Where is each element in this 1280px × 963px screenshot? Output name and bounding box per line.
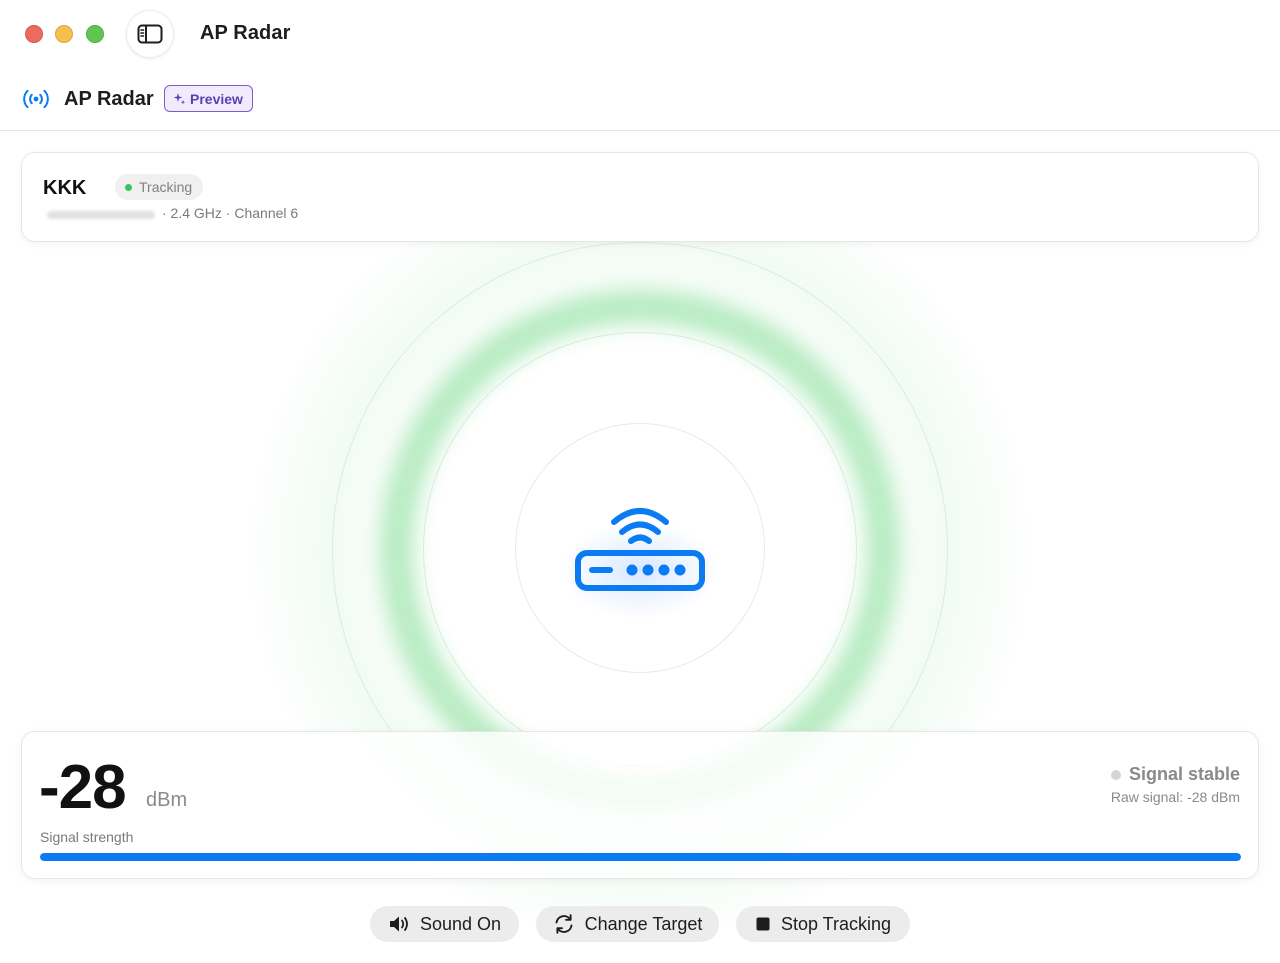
app-header: AP Radar Preview xyxy=(0,68,1280,131)
stop-tracking-label: Stop Tracking xyxy=(780,913,892,934)
speaker-icon xyxy=(389,916,408,932)
change-target-label: Change Target xyxy=(584,913,703,934)
signal-value: -28 xyxy=(39,753,127,822)
signal-strength-bar xyxy=(40,853,1241,861)
wifi-router-icon xyxy=(575,508,705,591)
sound-toggle-label: Sound On xyxy=(419,913,502,934)
signal-strength-label: Signal strength xyxy=(40,829,134,845)
signal-status: Signal stable xyxy=(1110,764,1240,785)
bssid-redacted xyxy=(47,211,155,219)
sound-toggle-button[interactable]: Sound On xyxy=(370,906,519,942)
radar-antenna-icon xyxy=(23,89,49,109)
sidebar-toggle-button[interactable] xyxy=(126,10,174,58)
tracking-status-dot xyxy=(125,183,132,191)
stop-tracking-button[interactable]: Stop Tracking xyxy=(736,906,910,942)
tracking-status-label: Tracking xyxy=(139,179,193,195)
change-target-button[interactable]: Change Target xyxy=(536,906,719,942)
target-network-card: KKK Tracking · 2.4 GHz · Channel 6 xyxy=(21,152,1259,242)
window-maximize-button[interactable] xyxy=(86,25,104,43)
preview-badge: Preview xyxy=(164,85,253,112)
preview-badge-label: Preview xyxy=(190,90,243,107)
signal-strength-card: -28 dBm Signal strength Signal stable Ra… xyxy=(21,731,1259,879)
sparkle-icon xyxy=(173,93,186,105)
raw-signal-readout: Raw signal: -28 dBm xyxy=(1110,789,1240,805)
tracking-status-badge: Tracking xyxy=(115,174,204,200)
title-bar: AP Radar xyxy=(0,0,1280,68)
network-ssid: KKK xyxy=(43,177,87,199)
signal-status-label: Signal stable xyxy=(1128,764,1240,784)
sidebar-toggle-icon xyxy=(137,24,163,44)
refresh-icon xyxy=(555,914,573,934)
app-name: AP Radar xyxy=(64,88,154,110)
signal-unit: dBm xyxy=(146,789,188,811)
window-minimize-button[interactable] xyxy=(55,25,73,43)
window-close-button[interactable] xyxy=(25,25,43,43)
window-title: AP Radar xyxy=(200,22,291,44)
stop-icon xyxy=(756,917,770,931)
signal-strength-bar-fill xyxy=(40,853,1241,861)
network-details: · 2.4 GHz · Channel 6 xyxy=(162,205,299,221)
signal-status-dot xyxy=(1110,769,1121,780)
